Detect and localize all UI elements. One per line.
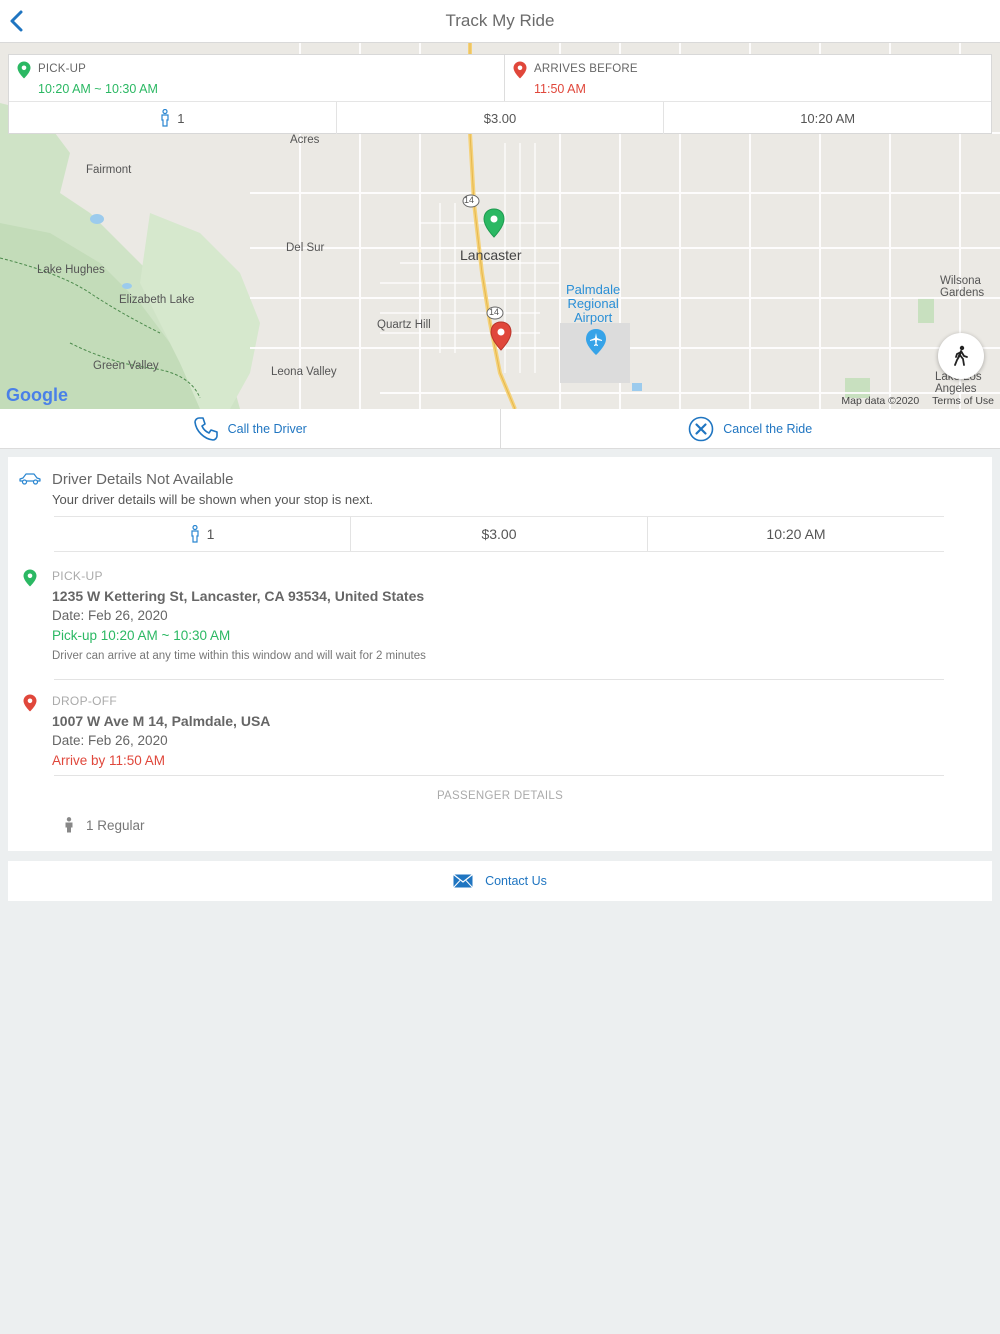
pickup-summary: PICK-UP 10:20 AM ~ 10:30 AM: [9, 55, 505, 101]
fare-value: $3.00: [483, 110, 517, 126]
pickup-label: PICK-UP: [38, 63, 87, 75]
map-label-leona-valley: Leona Valley: [271, 366, 337, 378]
walking-directions-button[interactable]: [938, 333, 984, 379]
ride-details-card: Driver Details Not Available Your driver…: [8, 457, 992, 851]
arrives-before-label: ARRIVES BEFORE: [534, 63, 638, 75]
driver-details-title: Driver Details Not Available: [52, 471, 234, 488]
map-label-lake-hughes: Lake Hughes: [37, 264, 105, 276]
map-attribution: Map data ©2020 Terms of Use: [831, 395, 994, 407]
time-value: 10:20 AM: [766, 526, 826, 542]
person-icon: [65, 817, 73, 833]
dropoff-pin-icon: [513, 61, 527, 79]
time-stat: 10:20 AM: [648, 517, 944, 551]
dropoff-arrive-by: Arrive by 11:50 AM: [52, 753, 166, 768]
pickup-date: Date: Feb 26, 2020: [52, 608, 168, 623]
call-driver-label: Call the Driver: [227, 421, 307, 436]
pickup-note: Driver can arrive at any time within thi…: [52, 650, 426, 662]
call-driver-button[interactable]: Call the Driver: [0, 409, 501, 448]
pickup-stop-label: PICK-UP: [52, 569, 103, 583]
fare-stat: $3.00: [351, 517, 648, 551]
terms-link[interactable]: Terms of Use: [932, 395, 994, 407]
pickup-pin-icon: [23, 569, 37, 587]
pickup-pin-icon: [17, 61, 31, 79]
map-label-quartz-hill: Quartz Hill: [377, 319, 431, 331]
time-value: 10:20 AM: [800, 110, 856, 126]
passenger-count: 1: [206, 526, 215, 542]
arrives-before-time: 11:50 AM: [534, 82, 586, 96]
pickup-address: 1235 W Kettering St, Lancaster, CA 93534…: [52, 588, 425, 604]
cancel-ride-label: Cancel the Ride: [723, 421, 813, 436]
map-data-text: Map data ©2020: [841, 395, 920, 407]
passenger-icon: [161, 109, 169, 127]
divider: [54, 775, 944, 776]
envelope-icon: [453, 874, 473, 888]
dropoff-map-pin-icon[interactable]: [490, 321, 512, 351]
map-label-elizabeth-lake: Elizabeth Lake: [119, 294, 195, 306]
map-label-lancaster: Lancaster: [460, 247, 522, 263]
close-circle-icon: [688, 416, 714, 441]
route-shield-label: 14: [464, 195, 475, 205]
driver-stats-row: 1 $3.00 10:20 AM: [54, 516, 944, 552]
cancel-ride-button[interactable]: Cancel the Ride: [501, 409, 1000, 448]
arrives-summary: ARRIVES BEFORE 11:50 AM: [505, 55, 991, 101]
route-shield-label: 14: [489, 307, 500, 317]
airport-pin-icon: [586, 329, 606, 355]
ride-actions-bar: Call the Driver Cancel the Ride: [0, 409, 1000, 449]
top-bar: Track My Ride: [0, 0, 1000, 43]
map-label-fairmont: Fairmont: [86, 164, 132, 176]
map-label-green-valley: Green Valley: [93, 360, 159, 372]
page-title: Track My Ride: [445, 11, 555, 30]
pickup-map-pin-icon[interactable]: [483, 208, 505, 238]
contact-us-button[interactable]: Contact Us: [8, 861, 992, 901]
fare-stat: $3.00: [337, 102, 665, 134]
dropoff-stop: DROP-OFF 1007 W Ave M 14, Palmdale, USA …: [8, 692, 992, 772]
pickup-stop: PICK-UP 1235 W Kettering St, Lancaster, …: [8, 567, 992, 667]
dropoff-date: Date: Feb 26, 2020: [52, 733, 168, 748]
dropoff-address: 1007 W Ave M 14, Palmdale, USA: [52, 713, 271, 729]
trip-summary-card: PICK-UP 10:20 AM ~ 10:30 AM ARRIVES BEFO…: [8, 54, 992, 134]
divider: [54, 679, 944, 680]
contact-us-label: Contact Us: [485, 874, 547, 888]
car-icon: [19, 473, 41, 485]
passenger-details-title: PASSENGER DETAILS: [436, 790, 564, 802]
time-stat: 10:20 AM: [664, 102, 991, 134]
map-label-wilsona-gardens: Wilsona Gardens: [940, 275, 985, 299]
passenger-type: 1 Regular: [86, 817, 145, 833]
passenger-details-item: 1 Regular: [64, 817, 145, 833]
passenger-count-stat: 1: [9, 102, 337, 134]
fare-value: $3.00: [481, 526, 517, 542]
passenger-count: 1: [177, 110, 185, 126]
map-label-airport: Palmdale Regional Airport: [566, 282, 621, 325]
pickup-time-window: Pick-up 10:20 AM ~ 10:30 AM: [52, 628, 231, 643]
phone-icon: [193, 416, 218, 441]
dropoff-pin-icon: [23, 694, 37, 712]
driver-details-subtitle: Your driver details will be shown when y…: [52, 492, 374, 507]
passenger-icon: [190, 525, 199, 543]
map-label-del-sur: Del Sur: [286, 242, 325, 254]
google-logo: Google: [6, 385, 68, 405]
walking-person-icon: [954, 345, 968, 366]
pickup-window: 10:20 AM ~ 10:30 AM: [38, 82, 158, 96]
dropoff-stop-label: DROP-OFF: [52, 694, 118, 708]
passenger-count-stat: 1: [54, 517, 351, 551]
trip-stats-row: 1 $3.00 10:20 AM: [9, 101, 991, 134]
